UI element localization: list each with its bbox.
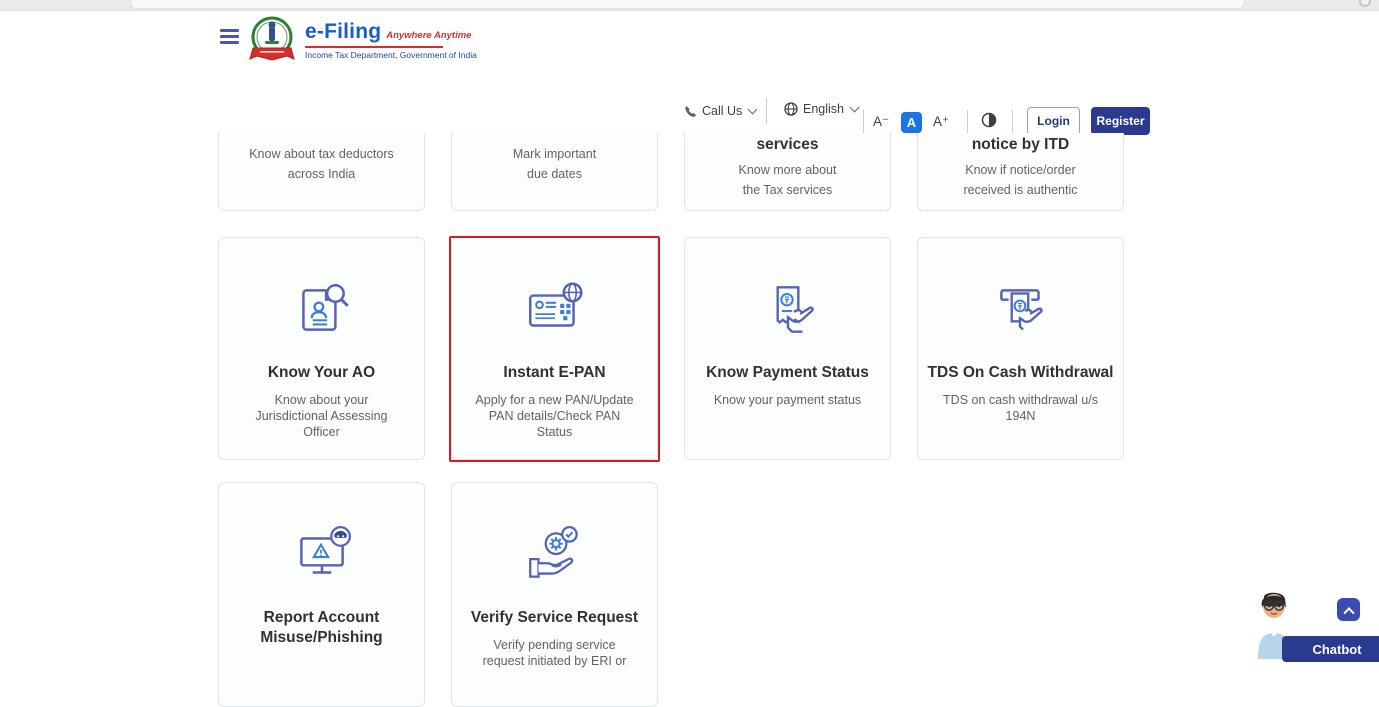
language-label: English <box>803 102 844 116</box>
service-card-tax-deductors[interactable]: Know about tax deductors across India <box>218 133 425 211</box>
service-card-instant-epan[interactable]: Instant E-PAN Apply for a new PAN/Update… <box>449 236 660 462</box>
card-title: Report Account Misuse/Phishing <box>260 609 383 646</box>
chevron-down-icon <box>747 104 758 115</box>
service-card-know-payment-status[interactable]: Know Payment Status Know your payment st… <box>684 237 891 460</box>
card-subtitle: Verify pending service request initiated… <box>482 638 627 668</box>
contrast-toggle-button[interactable] <box>981 112 997 133</box>
atm-cash-withdrawal-icon <box>918 274 1123 346</box>
chevron-down-icon <box>849 102 860 113</box>
service-card-report-misuse-phishing[interactable]: Report Account Misuse/Phishing <box>218 482 425 707</box>
card-subtitle: Know about your Jurisdictional Assessing… <box>255 393 388 439</box>
service-card-verify-service-request[interactable]: Verify Service Request Verify pending se… <box>451 482 658 707</box>
card-subtitle: Know more about the Tax services <box>738 163 837 197</box>
card-title: services <box>756 136 819 153</box>
card-title: TDS On Cash Withdrawal <box>927 364 1114 381</box>
browser-address-bar-remnant <box>130 0 1245 9</box>
card-subtitle: Know if notice/order received is authent… <box>963 163 1078 197</box>
chevron-up-icon <box>1342 606 1355 618</box>
hand-gear-check-icon <box>452 519 657 591</box>
hamburger-menu-icon[interactable] <box>220 29 239 44</box>
card-title: Know Your AO <box>267 364 376 381</box>
card-subtitle: Mark important due dates <box>512 147 597 181</box>
language-dropdown[interactable]: English <box>784 102 860 116</box>
card-subtitle: TDS on cash withdrawal u/s 194N <box>943 393 1098 423</box>
logo-tagline: Anywhere Anytime <box>386 30 472 41</box>
card-subtitle: Know about tax deductors across India <box>249 147 394 181</box>
service-card-due-dates[interactable]: Mark important due dates <box>451 133 658 211</box>
service-card-know-your-ao[interactable]: Know Your AO Know about your Jurisdictio… <box>218 237 425 460</box>
browser-toolbar-remnant <box>0 0 1379 11</box>
document-person-search-icon <box>219 274 424 346</box>
logo-subtitle: Income Tax Department, Government of Ind… <box>305 50 477 60</box>
card-title: Instant E-PAN <box>503 364 606 381</box>
logo-title: e-Filing <box>305 20 382 43</box>
font-size-normal-button[interactable]: A <box>901 112 922 133</box>
chatbot-button[interactable]: Chatbot <box>1282 636 1379 662</box>
card-subtitle: Know your payment status <box>713 393 862 407</box>
phone-icon <box>685 105 696 117</box>
globe-icon <box>784 102 798 116</box>
epan-card-globe-icon <box>452 274 657 346</box>
card-title: Know Payment Status <box>706 364 869 381</box>
card-subtitle: Apply for a new PAN/Update PAN details/C… <box>475 393 634 439</box>
monitor-phishing-alert-icon <box>219 519 424 591</box>
browser-avatar-remnant <box>1359 0 1371 7</box>
service-card-tds-cash-withdrawal[interactable]: TDS On Cash Withdrawal TDS on cash withd… <box>917 237 1124 460</box>
contrast-half-circle-icon <box>981 112 997 128</box>
font-size-increase-button[interactable]: A⁺ <box>933 114 949 130</box>
card-title: Verify Service Request <box>470 609 639 626</box>
divider <box>766 98 767 124</box>
service-card-tax-services[interactable]: services Know more about the Tax service… <box>684 133 891 211</box>
card-title: notice by ITD <box>971 136 1070 153</box>
income-tax-dept-emblem <box>247 15 297 67</box>
register-button[interactable]: Register <box>1091 107 1150 135</box>
logo-divider <box>305 46 443 48</box>
call-us-dropdown[interactable]: Call Us <box>684 104 758 118</box>
scroll-to-top-button[interactable] <box>1337 598 1360 621</box>
service-card-authenticate-notice[interactable]: notice by ITD Know if notice/order recei… <box>917 133 1124 211</box>
site-logo[interactable]: e-Filing Anywhere Anytime Income Tax Dep… <box>305 20 477 60</box>
payment-receipt-hand-icon <box>685 274 890 346</box>
login-button[interactable]: Login <box>1027 107 1080 135</box>
font-size-decrease-button[interactable]: A⁻ <box>873 114 889 130</box>
call-us-label: Call Us <box>702 104 743 118</box>
